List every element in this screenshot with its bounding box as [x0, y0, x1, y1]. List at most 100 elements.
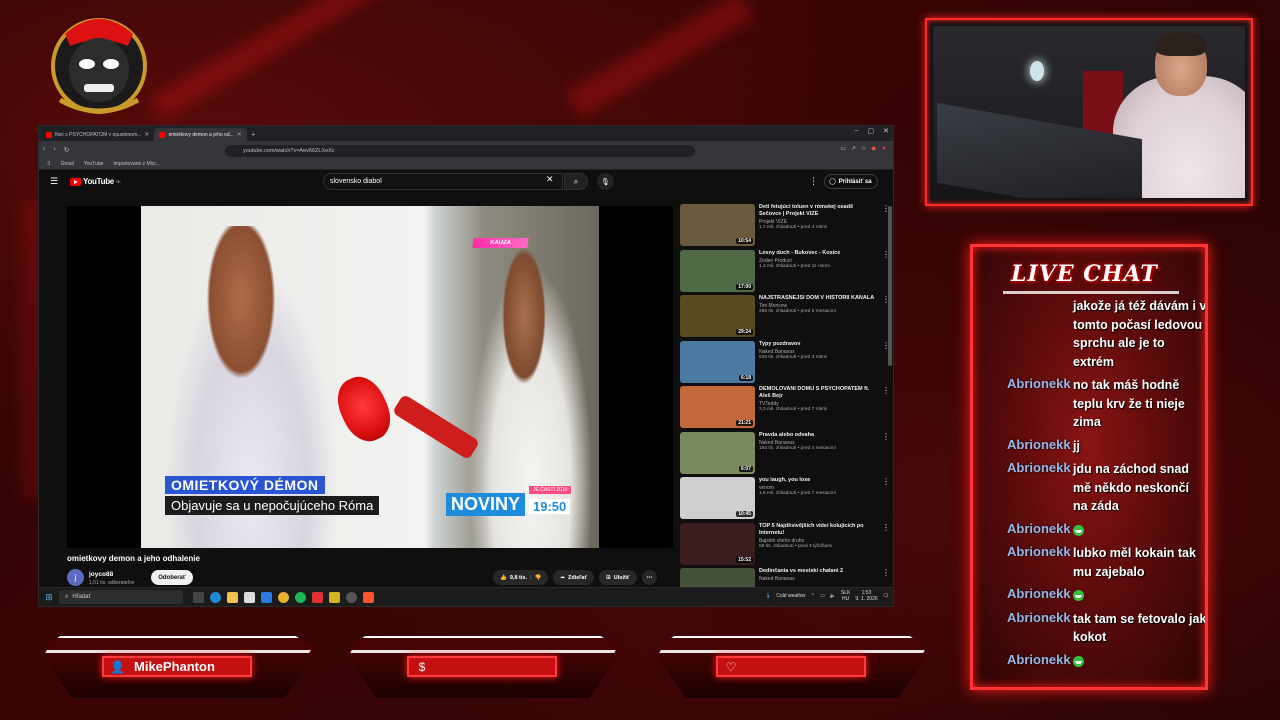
bookmark-youtube[interactable]: YouTube: [84, 161, 104, 167]
windows-start-icon[interactable]: ⊞: [39, 592, 59, 603]
bookmark-gmail[interactable]: Gmail: [61, 161, 74, 167]
tab-close-icon[interactable]: ✕: [144, 131, 149, 138]
video-player[interactable]: KAUZA OMIETKOVÝ DÉMON Objavuje sa u nepo…: [67, 206, 673, 548]
recommendation-thumbnail[interactable]: 10:54: [680, 204, 755, 246]
recommendation-item[interactable]: 17:00 Lesny duch - Bukovec - Kosice Zeden …: [680, 249, 890, 296]
recommendation-menu-icon[interactable]: ⋮: [882, 386, 890, 432]
recommendation-thumbnail[interactable]: 29:24: [680, 295, 755, 337]
save-button[interactable]: ⊞ Uložiť: [599, 570, 637, 585]
recommendation-title[interactable]: Deti fetujúci toluen v rómskej osadě Seč…: [759, 204, 876, 218]
reload-icon[interactable]: ↻: [64, 146, 70, 154]
network-icon[interactable]: ▭: [820, 593, 825, 599]
recommendation-item[interactable]: 15:52 TOP 5 Najděsivějších videí kolující…: [680, 522, 890, 569]
spotify-icon[interactable]: [295, 591, 306, 603]
chat-username[interactable]: Abrionekk: [1007, 610, 1073, 647]
youtube-logo[interactable]: YouTube SK: [70, 177, 121, 186]
recommendation-title[interactable]: Typy pozdravov: [759, 341, 876, 348]
chat-username[interactable]: Abrionekk: [1007, 376, 1073, 432]
search-input[interactable]: slovensko diabol: [323, 173, 563, 190]
share-button[interactable]: ➦ Zdieľať: [553, 570, 595, 585]
app-red-icon[interactable]: [312, 591, 323, 603]
recommendation-thumbnail[interactable]: 21:21: [680, 386, 755, 428]
notification-icon[interactable]: 🗨: [883, 593, 889, 599]
recommendation-title[interactable]: Lesny duch - Bukovec - Kosice: [759, 250, 876, 257]
address-bar[interactable]: youtube.com/watch?v=Aev66ZLXeXc: [225, 145, 695, 157]
recommendation-thumbnail[interactable]: 10:45: [680, 477, 755, 519]
recommendation-title[interactable]: DEMOLOVANÍ DOMU S PSYCHOPATEM ft. Aleš B…: [759, 386, 876, 400]
minimize-icon[interactable]: –: [855, 127, 859, 135]
brave-icon[interactable]: [363, 591, 374, 603]
like-count: 9,8 tis.: [509, 574, 527, 581]
recommendation-channel[interactable]: Naked Bananas: [759, 576, 876, 582]
app-obs-icon[interactable]: [346, 591, 357, 603]
chat-username[interactable]: Abrionekk: [1007, 544, 1073, 581]
page-scrollbar[interactable]: [888, 206, 892, 366]
recommendation-item[interactable]: 10:45 you laugh, you lose venom 1,6 mil. zh…: [680, 477, 890, 523]
tab-noc-s-psychopatom[interactable]: Noc s PSYCHOPATOM v opustenom... ✕: [41, 128, 154, 141]
recommendation-thumbnail[interactable]: 6:18: [680, 340, 755, 383]
recommendation-title[interactable]: TOP 5 Najděsivějších videí kolujících po…: [759, 523, 876, 537]
subscribe-button[interactable]: Odoberať: [151, 570, 193, 585]
maximize-icon[interactable]: ▢: [868, 127, 875, 135]
recommendation-thumbnail[interactable]: 6:07: [680, 431, 755, 474]
chat-username[interactable]: Abrionekk: [1007, 521, 1073, 540]
close-icon[interactable]: ✕: [883, 127, 889, 135]
tab-close-icon[interactable]: ✕: [237, 131, 242, 138]
cast-icon[interactable]: ▭: [840, 145, 846, 152]
chat-username[interactable]: Abrionekk: [1007, 586, 1073, 605]
chat-username[interactable]: Abrionekk: [1007, 460, 1073, 516]
more-options-icon[interactable]: ⋮: [809, 176, 818, 187]
recommendation-menu-icon[interactable]: ⋮: [882, 432, 890, 478]
voice-search-button[interactable]: 🎙: [597, 173, 614, 190]
edge-icon[interactable]: [210, 591, 221, 603]
back-icon[interactable]: ‹: [43, 146, 45, 153]
tray-chevron-icon[interactable]: ⌃: [811, 593, 815, 599]
chat-username[interactable]: Abrionekk: [1007, 437, 1073, 456]
clear-search-icon[interactable]: ✕: [546, 174, 554, 185]
signin-button[interactable]: ◯ Prihlásiť sa: [824, 174, 878, 189]
recommendation-title[interactable]: NAJSTRAŠNEJŠÍ DOM V HISTÓRII KANÁLA: [759, 295, 876, 302]
task-view-icon[interactable]: [193, 591, 204, 603]
menu-icon[interactable]: ☰: [50, 176, 58, 187]
thumbs-down-icon[interactable]: 👎: [535, 575, 542, 581]
more-actions-button[interactable]: ⋯: [641, 570, 658, 585]
recommendation-item[interactable]: 6:07 Pravda alebo odvaha Naked Bananas 183 …: [680, 431, 890, 478]
recommendation-menu-icon[interactable]: ⋮: [882, 523, 890, 569]
brave-shield-icon[interactable]: ◆: [871, 145, 876, 152]
chat-username[interactable]: Abrionekk: [1007, 652, 1073, 671]
recommendation-item[interactable]: 21:21 DEMOLOVANÍ DOMU S PSYCHOPATEM ft. A…: [680, 386, 890, 432]
channel-name[interactable]: joyco88: [89, 571, 113, 578]
recommendation-thumbnail[interactable]: 15:52: [680, 522, 755, 565]
rewards-icon[interactable]: ▲: [881, 145, 887, 152]
recommendation-title[interactable]: you laugh, you lose: [759, 477, 876, 484]
like-button[interactable]: 👍 9,8 tis. | 👎: [493, 570, 549, 585]
tab-omietkovy-demon[interactable]: omietkovy demon a jeho od... ✕: [154, 128, 247, 141]
star-icon[interactable]: ☆: [861, 145, 866, 152]
clock[interactable]: 1:53 9. 1. 2026: [855, 590, 877, 602]
mail-icon[interactable]: [261, 591, 272, 603]
recommendation-title[interactable]: Dedinčania vs mestskí chalani 2: [759, 568, 876, 575]
channel-avatar[interactable]: j: [67, 569, 84, 586]
share-icon[interactable]: ↗: [851, 145, 856, 152]
recommendation-item[interactable]: 6:18 Typy pozdravov Naked Bananas 528 tis. …: [680, 340, 890, 387]
language-indicator[interactable]: SLK HU: [841, 590, 850, 602]
search-button[interactable]: ⌕: [564, 173, 588, 190]
chrome-icon[interactable]: [278, 591, 289, 603]
volume-icon[interactable]: 🔈: [830, 593, 836, 599]
divider: |: [529, 574, 532, 581]
apps-grid-icon[interactable]: ⠿: [47, 161, 51, 167]
recommendation-menu-icon[interactable]: ⋮: [882, 477, 890, 523]
recommendation-item[interactable]: 29:24 NAJSTRAŠNEJŠÍ DOM V HISTÓRII KANÁLA…: [680, 295, 890, 341]
store-icon[interactable]: [244, 591, 255, 603]
recommendation-thumbnail[interactable]: 17:00: [680, 249, 755, 292]
taskbar-search[interactable]: ⌕ Hľadať: [59, 590, 183, 604]
forward-icon[interactable]: ›: [53, 146, 55, 153]
weather-text[interactable]: Cold weather: [776, 593, 805, 599]
recommendation-item[interactable]: 10:54 Deti fetujúci toluen v rómskej osad…: [680, 204, 890, 250]
chat-username[interactable]: [1007, 297, 1073, 371]
new-tab-button[interactable]: +: [247, 128, 260, 141]
recommendation-title[interactable]: Pravda alebo odvaha: [759, 432, 876, 439]
app-yellow-icon[interactable]: [329, 591, 340, 603]
bookmark-imported[interactable]: Importované z Micr...: [113, 161, 159, 167]
file-explorer-icon[interactable]: [227, 591, 238, 603]
